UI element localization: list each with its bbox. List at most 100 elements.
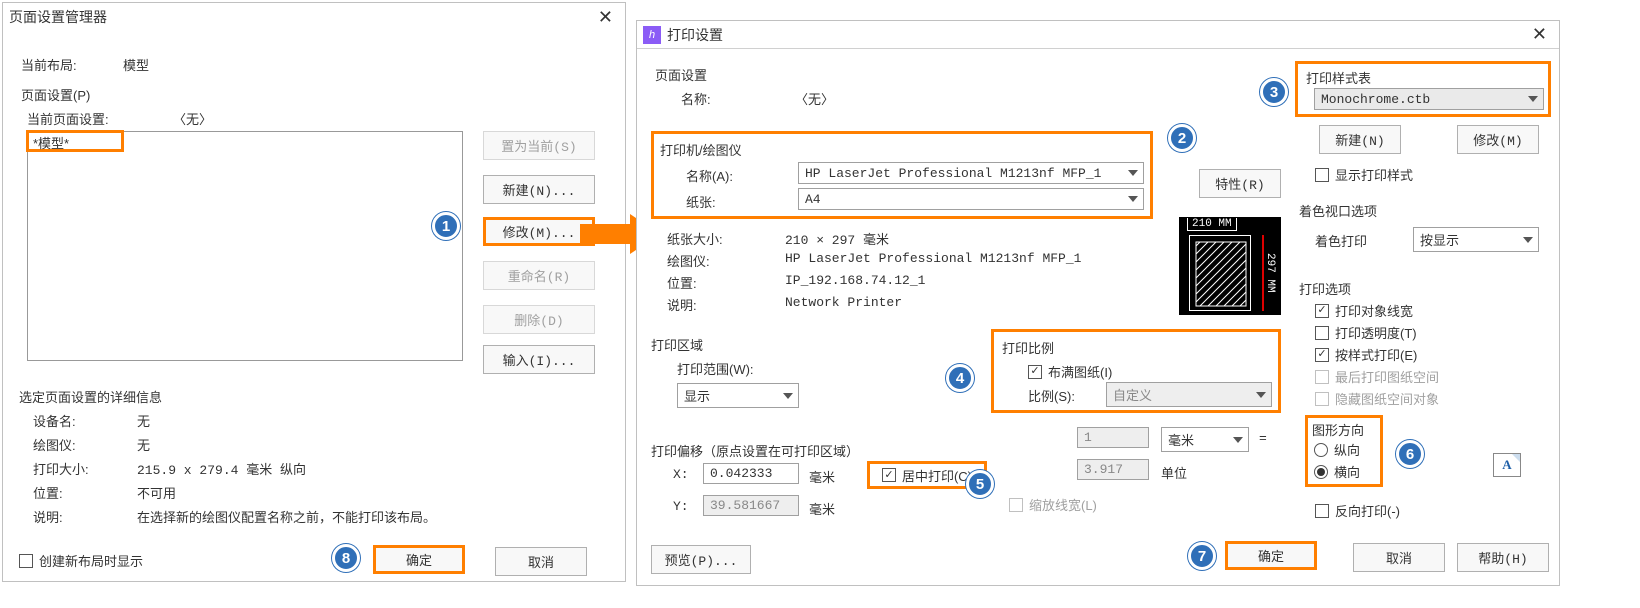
list-item-model-text: *模型*: [33, 136, 69, 151]
badge-4: 4: [946, 364, 974, 392]
create-on-new-layout-checkbox[interactable]: 创建新布局时显示: [19, 551, 143, 570]
x-input[interactable]: 0.042333: [703, 463, 799, 484]
shade-select[interactable]: 按显示: [1413, 227, 1539, 252]
opt-lineweight-checkbox[interactable]: ✓打印对象线宽: [1315, 301, 1413, 320]
scale-group-highlight: 打印比例 ✓ 布满图纸(I) 比例(S): 自定义: [991, 329, 1281, 413]
preview-height: 297 MM: [1264, 235, 1276, 311]
printer-name-select[interactable]: HP LaserJet Professional M1213nf MFP_1: [798, 162, 1144, 184]
page-setup-group-title: 页面设置(P): [17, 88, 94, 103]
scale-label: 比例(S):: [1028, 386, 1075, 405]
plotter-label: 绘图仪:: [33, 435, 76, 454]
scale-unit-select[interactable]: 毫米: [1161, 427, 1249, 452]
scale-lineweight-label: 缩放线宽(L): [1029, 495, 1097, 514]
cancel-button-right[interactable]: 取消: [1353, 543, 1445, 572]
x-label: X:: [673, 467, 689, 482]
badge-5: 5: [966, 470, 994, 498]
checkbox-icon: [1315, 392, 1329, 406]
shade-value: 按显示: [1420, 233, 1459, 248]
page-setup-listbox[interactable]: *模型*: [27, 131, 463, 361]
paper-select[interactable]: A4: [798, 188, 1144, 210]
description-value: 在选择新的绘图仪配置名称之前，不能打印该布局。: [137, 507, 597, 526]
y-unit: 毫米: [809, 499, 835, 518]
center-print-label: 居中打印(C): [902, 466, 972, 485]
import-button[interactable]: 输入(I)...: [483, 345, 595, 374]
paper-size-label: 打印大小:: [33, 459, 89, 478]
location-value2: IP_192.168.74.12_1: [785, 273, 925, 288]
opt-transparency-checkbox[interactable]: 打印透明度(T): [1315, 323, 1417, 342]
style-table-title: 打印样式表: [1306, 68, 1371, 87]
page-setup-name-title: 页面设置: [651, 68, 711, 83]
scale-unit-value: 毫米: [1168, 433, 1194, 448]
orientation-landscape-radio[interactable]: 横向: [1314, 462, 1360, 481]
orientation-portrait-radio[interactable]: 纵向: [1314, 440, 1360, 459]
y-label: Y:: [673, 499, 689, 514]
delete-button: 删除(D): [483, 305, 595, 334]
print-range-select[interactable]: 显示: [677, 383, 799, 408]
details-group-title: 选定页面设置的详细信息: [19, 387, 162, 406]
opt-bystyle-checkbox[interactable]: ✓按样式打印(E): [1315, 345, 1417, 364]
help-button[interactable]: 帮助(H): [1457, 543, 1549, 572]
shade-title: 着色视口选项: [1299, 201, 1377, 220]
checkbox-icon: ✓: [1028, 365, 1042, 379]
center-print-checkbox[interactable]: ✓ 居中打印(C): [882, 466, 972, 485]
modify-button[interactable]: 修改(M)...: [483, 217, 595, 246]
close-icon-right[interactable]: ✕: [1526, 24, 1553, 45]
name-label: 名称:: [681, 89, 711, 108]
app-icon: h: [643, 26, 661, 44]
titlebar-left: 页面设置管理器 ✕: [3, 3, 625, 31]
new-button[interactable]: 新建(N)...: [483, 175, 595, 204]
paper-size-value: 215.9 x 279.4 毫米 纵向: [137, 459, 306, 478]
scale-title: 打印比例: [1002, 338, 1054, 357]
ok-button-left[interactable]: 确定: [373, 545, 465, 574]
preview-outer: [1189, 235, 1251, 311]
y-input: 39.581667: [703, 495, 799, 516]
show-style-checkbox[interactable]: 显示打印样式: [1315, 165, 1413, 184]
offset-title: 打印偏移（原点设置在可打印区域）: [651, 441, 859, 460]
badge-1: 1: [432, 212, 460, 240]
scale-den-input: 3.917: [1077, 459, 1149, 480]
page-setup-manager-window: 页面设置管理器 ✕ 当前布局: 模型 页面设置(P) 当前页面设置: 〈无〉 *…: [2, 2, 626, 582]
paper-size-value2: 210 × 297 毫米: [785, 229, 889, 248]
opt-paperlast-label: 最后打印图纸空间: [1335, 367, 1439, 386]
orientation-highlight: 图形方向 纵向 横向: [1305, 415, 1383, 487]
cancel-button-left[interactable]: 取消: [495, 547, 587, 576]
scale-select: 自定义: [1106, 382, 1272, 407]
properties-button[interactable]: 特性(R): [1199, 169, 1281, 198]
show-style-label: 显示打印样式: [1335, 165, 1413, 184]
style-table-highlight: 打印样式表 Monochrome.ctb: [1295, 61, 1551, 117]
create-on-new-layout-label: 创建新布局时显示: [39, 551, 143, 570]
checkbox-icon: ✓: [1315, 348, 1329, 362]
fit-paper-checkbox[interactable]: ✓ 布满图纸(I): [1028, 362, 1112, 381]
location-label2: 位置:: [667, 273, 697, 292]
radio-icon: [1314, 465, 1328, 479]
description-label: 说明:: [33, 507, 63, 526]
description-value2: Network Printer: [785, 295, 902, 310]
current-layout-label: 当前布局:: [21, 55, 77, 74]
style-table-select[interactable]: Monochrome.ctb: [1314, 88, 1544, 110]
paper-size-label2: 纸张大小:: [667, 229, 723, 248]
list-item-model[interactable]: *模型*: [26, 130, 124, 152]
checkbox-icon: [1315, 504, 1329, 518]
reverse-print-checkbox[interactable]: 反向打印(-): [1315, 501, 1400, 520]
print-range-value: 显示: [684, 389, 710, 404]
paper-value: A4: [805, 192, 821, 207]
scale-equals: =: [1259, 431, 1267, 446]
printer-name-label: 名称(A):: [686, 166, 733, 185]
opt-lineweight-label: 打印对象线宽: [1335, 301, 1413, 320]
orientation-title: 图形方向: [1312, 420, 1364, 439]
style-new-button[interactable]: 新建(N): [1319, 125, 1401, 154]
x-unit: 毫米: [809, 467, 835, 486]
checkbox-icon: ✓: [882, 468, 896, 482]
title-left: 页面设置管理器: [9, 7, 107, 27]
style-modify-button[interactable]: 修改(M): [1457, 125, 1539, 154]
ok-button-right[interactable]: 确定: [1225, 541, 1317, 570]
orientation-preview-icon: A: [1493, 453, 1521, 477]
device-label: 设备名:: [33, 411, 76, 430]
print-range-label: 打印范围(W):: [677, 359, 754, 378]
page-setup-group: 页面设置(P) 当前页面设置: 〈无〉 *模型* 置为当前(S) 新建(N)..…: [17, 89, 611, 369]
badge-6: 6: [1396, 440, 1424, 468]
close-icon[interactable]: ✕: [592, 7, 619, 28]
preview-button[interactable]: 预览(P)...: [651, 545, 751, 574]
fit-paper-label: 布满图纸(I): [1048, 362, 1112, 381]
location-label: 位置:: [33, 483, 63, 502]
